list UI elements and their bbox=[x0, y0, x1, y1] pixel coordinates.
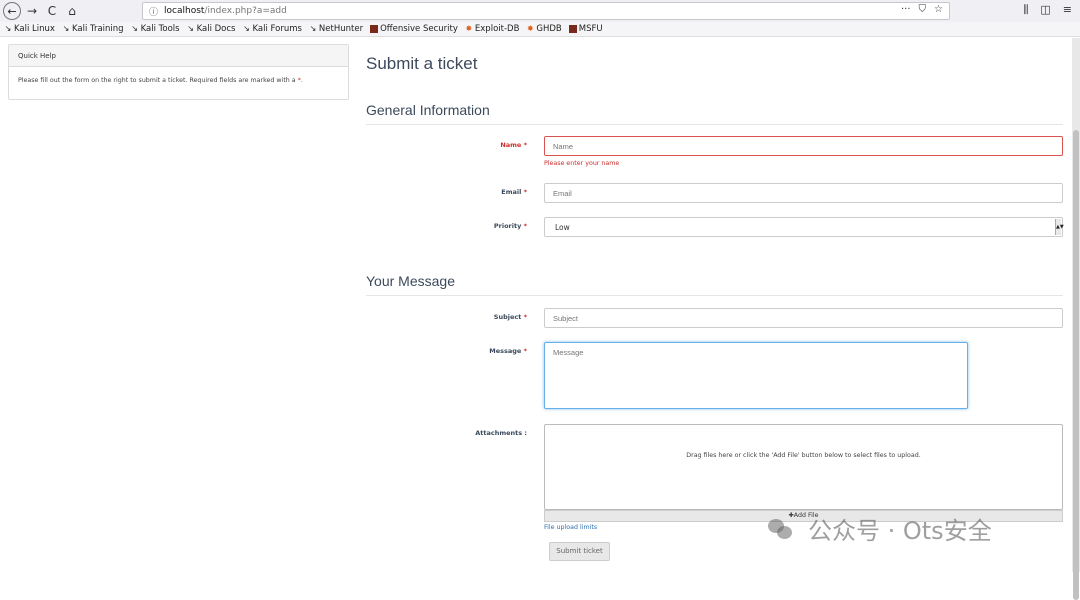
address-bar[interactable]: ⓘ localhost/index.php?a=add ··· ⛉ ☆ bbox=[142, 2, 950, 20]
kali-dragon-icon: ↘ bbox=[243, 24, 250, 33]
bookmark-nethunter[interactable]: ↘ NetHunter bbox=[309, 24, 364, 34]
name-label: Name * bbox=[500, 141, 527, 149]
priority-label: Priority * bbox=[493, 222, 527, 230]
offsec-icon bbox=[568, 25, 577, 33]
page-actions-icon[interactable]: ··· bbox=[901, 4, 911, 15]
name-field[interactable] bbox=[544, 136, 1063, 156]
bookmark-kali-linux[interactable]: ↘ Kali Linux bbox=[4, 24, 55, 34]
email-field[interactable] bbox=[544, 183, 1063, 203]
back-arrow-icon[interactable]: ← bbox=[3, 2, 21, 20]
submit-ticket-button[interactable]: Submit ticket bbox=[549, 542, 610, 561]
forward-arrow-icon[interactable]: → bbox=[23, 2, 41, 20]
select-arrow-icon[interactable]: ▲▼ bbox=[1055, 219, 1064, 235]
name-error-message: Please enter your name bbox=[544, 160, 620, 167]
browser-toolbar: ← → C ⌂ ⓘ localhost/index.php?a=add ··· … bbox=[0, 0, 1080, 22]
site-info-icon[interactable]: ⓘ bbox=[149, 5, 158, 18]
bookmark-kali-tools[interactable]: ↘ Kali Tools bbox=[131, 24, 179, 34]
priority-value: Low bbox=[555, 223, 570, 232]
attachments-label: Attachments : bbox=[475, 429, 527, 437]
file-upload-limits-link[interactable]: File upload limits bbox=[544, 524, 597, 531]
ghdb-icon: ✸ bbox=[527, 24, 534, 33]
menu-icon[interactable]: ≡ bbox=[1063, 3, 1072, 17]
watermark: 公众号 · Ots安全 bbox=[768, 511, 992, 546]
watermark-text: 公众号 · Ots安全 bbox=[808, 517, 992, 545]
file-dropzone[interactable]: Drag files here or click the 'Add File' … bbox=[544, 424, 1063, 510]
quick-help-panel: Quick Help Please fill out the form on t… bbox=[8, 44, 349, 100]
quick-help-title: Quick Help bbox=[9, 45, 348, 67]
wechat-icon bbox=[768, 517, 792, 541]
subject-label: Subject * bbox=[493, 313, 527, 321]
pocket-icon[interactable]: ⛉ bbox=[919, 4, 927, 15]
scrollbar-thumb[interactable] bbox=[1073, 130, 1079, 600]
url-path: /index.php?a=add bbox=[204, 6, 287, 16]
bookmark-star-icon[interactable]: ☆ bbox=[934, 4, 943, 15]
priority-select[interactable]: Low ▲▼ bbox=[544, 217, 1064, 237]
bookmark-kali-training[interactable]: ↘ Kali Training bbox=[62, 24, 124, 34]
kali-dragon-icon: ↘ bbox=[187, 24, 194, 33]
reload-icon[interactable]: C bbox=[43, 2, 61, 20]
page-title: Submit a ticket bbox=[366, 54, 478, 73]
bookmark-exploit-db[interactable]: ✸ Exploit-DB bbox=[465, 24, 520, 34]
message-textarea[interactable] bbox=[544, 342, 968, 409]
exploit-db-icon: ✸ bbox=[465, 24, 473, 33]
bookmark-msfu[interactable]: MSFU bbox=[568, 24, 603, 34]
email-label: Email * bbox=[501, 188, 527, 196]
section-your-message: Your Message bbox=[366, 273, 1063, 296]
sidebar-icon[interactable]: ◫ bbox=[1040, 3, 1050, 17]
kali-dragon-icon: ↘ bbox=[4, 24, 12, 33]
kali-dragon-icon: ↘ bbox=[62, 24, 70, 33]
bookmarks-bar: ↘ Kali Linux ↘ Kali Training ↘ Kali Tools ↘… bbox=[0, 22, 1080, 37]
required-marker: *. bbox=[297, 77, 303, 84]
section-general-information: General Information bbox=[366, 102, 1063, 125]
kali-dragon-icon: ↘ bbox=[309, 24, 317, 33]
quick-help-text: Please fill out the form on the right to… bbox=[18, 77, 303, 84]
page-content: Quick Help Please fill out the form on t… bbox=[0, 38, 1072, 572]
bookmark-kali-docs[interactable]: ↘ Kali Docs bbox=[187, 24, 235, 34]
dropzone-text: Drag files here or click the 'Add File' … bbox=[686, 452, 921, 459]
bookmark-kali-forums[interactable]: ↘ Kali Forums bbox=[242, 24, 302, 34]
home-icon[interactable]: ⌂ bbox=[63, 2, 81, 20]
library-icon[interactable]: ⫼ bbox=[1023, 3, 1028, 17]
bookmark-ghdb[interactable]: ✸ GHDB bbox=[526, 24, 562, 34]
kali-dragon-icon: ↘ bbox=[131, 24, 138, 33]
subject-field[interactable] bbox=[544, 308, 1063, 328]
page-scrollbar[interactable] bbox=[1072, 38, 1080, 600]
bookmark-offensive-security[interactable]: Offensive Security bbox=[370, 24, 458, 34]
message-label: Message * bbox=[489, 347, 527, 355]
url-host: localhost bbox=[164, 6, 205, 16]
offsec-icon bbox=[370, 25, 379, 33]
